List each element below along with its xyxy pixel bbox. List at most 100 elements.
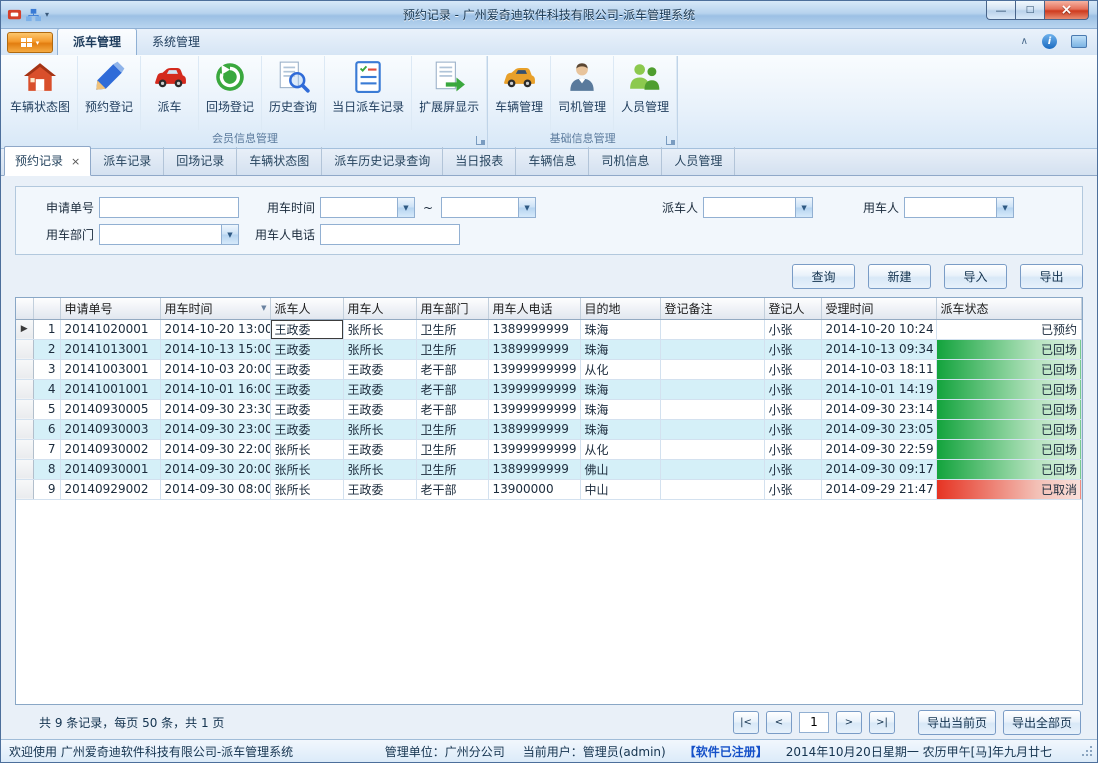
export-all-pages-button[interactable]: 导出全部页 [1003, 710, 1081, 735]
column-header[interactable]: 派车人 [270, 298, 343, 319]
dispatch-button[interactable]: 派车 [141, 56, 199, 130]
table-row[interactable]: 8201409300012014-09-30 20:00张所长张所长卫生所138… [16, 459, 1082, 479]
chevron-down-icon[interactable]: ▼ [795, 198, 812, 217]
row-indicator[interactable] [16, 439, 33, 459]
minimize-button[interactable]: — [986, 1, 1015, 20]
row-indicator[interactable] [16, 419, 33, 439]
grid-cell[interactable]: 从化 [580, 439, 660, 459]
resize-grip[interactable] [1080, 745, 1093, 758]
grid-cell[interactable] [660, 359, 764, 379]
grid-cell[interactable]: 20141013001 [60, 339, 160, 359]
reservation-register-button[interactable]: 预约登记 [78, 56, 141, 130]
grid-cell[interactable]: 2014-10-01 16:00 [160, 379, 270, 399]
grid-cell[interactable]: 2014-10-03 18:11 [821, 359, 936, 379]
info-icon[interactable]: i [1042, 34, 1057, 49]
export-button[interactable]: 导出 [1020, 264, 1083, 289]
grid-cell[interactable] [660, 419, 764, 439]
table-row[interactable]: 3201410030012014-10-03 20:00王政委王政委老干部139… [16, 359, 1082, 379]
export-current-page-button[interactable]: 导出当前页 [918, 710, 996, 735]
table-row[interactable]: 2201410130012014-10-13 15:00王政委张所长卫生所138… [16, 339, 1082, 359]
doc-tab-daily-report[interactable]: 当日报表 [443, 147, 516, 175]
grid-cell[interactable]: 小张 [764, 359, 821, 379]
grid-cell[interactable]: 珠海 [580, 339, 660, 359]
column-header[interactable]: 目的地 [580, 298, 660, 319]
grid-cell[interactable]: 2014-10-01 14:19 [821, 379, 936, 399]
grid-cell[interactable]: 2014-09-30 23:05 [821, 419, 936, 439]
new-button[interactable]: 新建 [868, 264, 931, 289]
column-header[interactable]: 登记人 [764, 298, 821, 319]
grid-cell[interactable]: 卫生所 [416, 339, 488, 359]
grid-cell[interactable]: 卫生所 [416, 419, 488, 439]
grid-cell[interactable]: 20141001001 [60, 379, 160, 399]
column-header[interactable]: 申请单号 [60, 298, 160, 319]
grid-cell[interactable]: 张所长 [343, 419, 416, 439]
today-dispatch-record-button[interactable]: 当日派车记录 [325, 56, 412, 130]
table-row[interactable]: 7201409300022014-09-30 22:00张所长王政委卫生所139… [16, 439, 1082, 459]
qat-dropdown-icon[interactable]: ▾ [45, 10, 49, 19]
grid-cell[interactable]: 张所长 [343, 339, 416, 359]
doc-tab-vehicle-info[interactable]: 车辆信息 [516, 147, 589, 175]
ribbon-tab-dispatch[interactable]: 派车管理 [57, 28, 137, 55]
close-button[interactable]: × [1044, 1, 1089, 20]
grid-cell[interactable]: 珠海 [580, 419, 660, 439]
grid-cell[interactable]: 佛山 [580, 459, 660, 479]
table-row[interactable]: 5201409300052014-09-30 23:30王政委王政委老干部139… [16, 399, 1082, 419]
grid-cell[interactable]: 20140930003 [60, 419, 160, 439]
grid-cell[interactable] [660, 399, 764, 419]
grid-cell[interactable]: 卫生所 [416, 319, 488, 339]
registration-status-link[interactable]: 【软件已注册】 [684, 743, 768, 760]
grid-cell[interactable] [660, 479, 764, 499]
grid-cell[interactable]: 珠海 [580, 379, 660, 399]
row-indicator[interactable] [16, 459, 33, 479]
import-button[interactable]: 导入 [944, 264, 1007, 289]
row-indicator[interactable]: ▶ [16, 319, 33, 339]
filter-dropdown-icon[interactable]: ▼ [261, 304, 266, 312]
apply-no-input[interactable] [99, 197, 239, 218]
doc-tab-reservation-records[interactable]: 预约记录× [4, 146, 91, 176]
grid-cell[interactable]: 珠海 [580, 319, 660, 339]
row-indicator[interactable] [16, 339, 33, 359]
tab-close-icon[interactable]: × [71, 155, 80, 168]
grid-cell[interactable]: 2014-09-30 22:59 [821, 439, 936, 459]
grid-cell[interactable]: 王政委 [343, 359, 416, 379]
grid-cell[interactable]: 13999999999 [488, 379, 580, 399]
chevron-down-icon[interactable]: ▼ [397, 198, 414, 217]
grid-cell[interactable]: 2014-09-29 21:47 [821, 479, 936, 499]
grid-cell[interactable]: 13900000 [488, 479, 580, 499]
grid-cell[interactable]: 老干部 [416, 359, 488, 379]
personnel-management-button[interactable]: 人员管理 [614, 56, 677, 130]
grid-cell[interactable]: 老干部 [416, 379, 488, 399]
grid-cell[interactable]: 2014-09-30 23:30 [160, 399, 270, 419]
doc-tab-dispatch-records[interactable]: 派车记录 [91, 147, 164, 175]
table-row[interactable]: 4201410010012014-10-01 16:00王政委王政委老干部139… [16, 379, 1082, 399]
grid-cell[interactable]: 老干部 [416, 399, 488, 419]
query-button[interactable]: 查询 [792, 264, 855, 289]
grid-cell[interactable]: 张所长 [270, 479, 343, 499]
grid-cell[interactable]: 2014-10-20 13:00 [160, 319, 270, 339]
dialog-launcher-icon[interactable] [476, 136, 485, 145]
grid-cell[interactable]: 20140930002 [60, 439, 160, 459]
grid-cell[interactable]: 小张 [764, 339, 821, 359]
grid-cell[interactable]: 王政委 [270, 359, 343, 379]
grid-cell[interactable]: 20141003001 [60, 359, 160, 379]
user-combo[interactable]: ▼ [904, 197, 1014, 218]
grid-cell[interactable]: 王政委 [343, 379, 416, 399]
use-time-to-combo[interactable]: ▼ [441, 197, 536, 218]
grid-cell[interactable]: 卫生所 [416, 439, 488, 459]
doc-tab-vehicle-status-chart[interactable]: 车辆状态图 [237, 147, 322, 175]
grid-cell[interactable] [660, 379, 764, 399]
collapse-ribbon-icon[interactable]: ∧ [1021, 36, 1028, 47]
row-indicator[interactable] [16, 379, 33, 399]
column-header[interactable]: 派车状态 [936, 298, 1082, 319]
extended-screen-button[interactable]: 扩展屏显示 [412, 56, 487, 130]
ribbon-tab-system[interactable]: 系统管理 [137, 29, 215, 55]
grid-cell[interactable]: 小张 [764, 419, 821, 439]
row-indicator[interactable] [16, 479, 33, 499]
grid-cell[interactable] [660, 319, 764, 339]
doc-tab-return-records[interactable]: 回场记录 [164, 147, 237, 175]
grid-cell[interactable]: 1389999999 [488, 319, 580, 339]
chevron-down-icon[interactable]: ▼ [996, 198, 1013, 217]
grid-cell[interactable]: 13999999999 [488, 399, 580, 419]
grid-cell[interactable]: 王政委 [270, 379, 343, 399]
grid-cell[interactable]: 20140930001 [60, 459, 160, 479]
